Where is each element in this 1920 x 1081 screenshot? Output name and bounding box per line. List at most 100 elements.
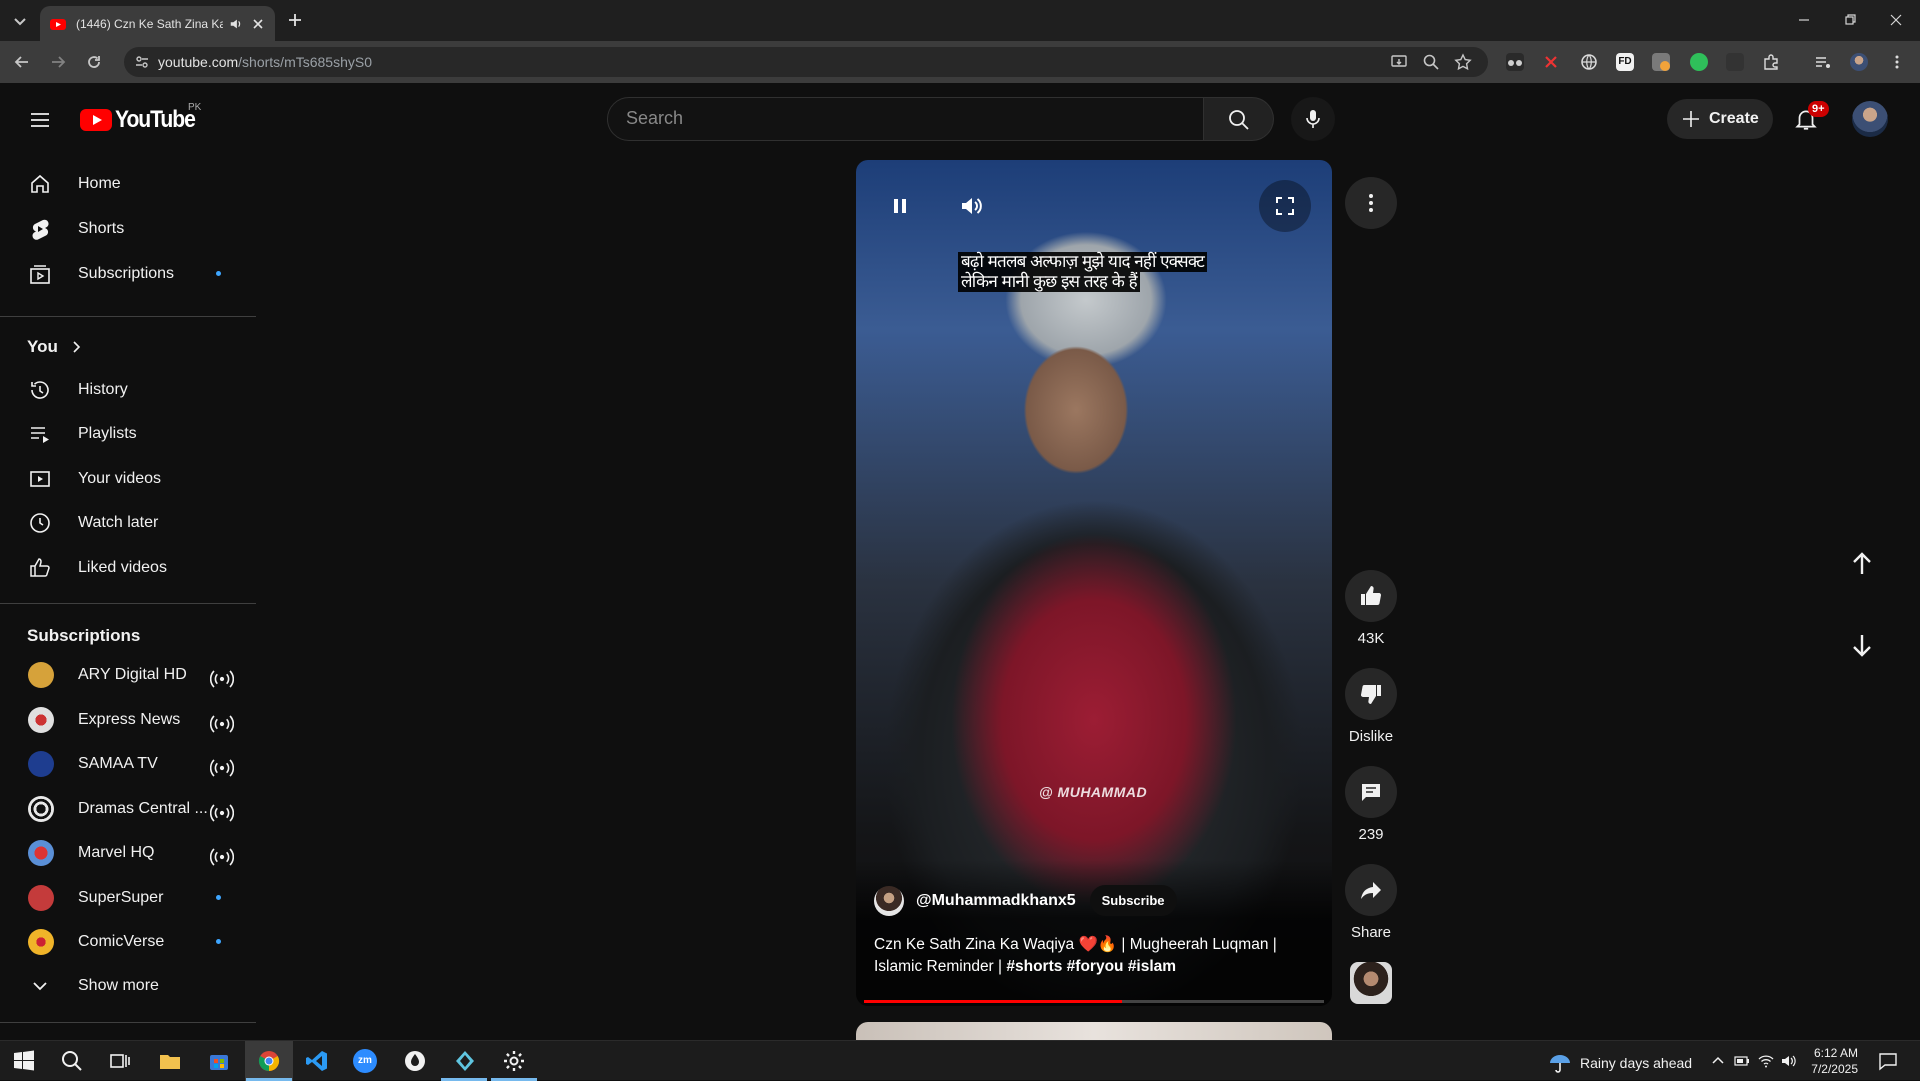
arrow-up-icon[interactable] (1847, 549, 1877, 579)
hamburger-menu-icon[interactable] (28, 108, 52, 132)
sidebar-channel-supersuper[interactable]: SuperSuper (12, 878, 242, 918)
sidebar-channel-express-news[interactable]: Express News (12, 700, 242, 740)
task-view-icon[interactable] (108, 1049, 132, 1073)
chrome-icon[interactable] (257, 1049, 281, 1073)
notification-center-icon[interactable] (1878, 1051, 1898, 1071)
sidebar-item-liked-videos[interactable]: Liked videos (12, 548, 242, 588)
app-drop-icon[interactable] (403, 1049, 427, 1073)
extension-globe-icon[interactable] (1580, 53, 1598, 71)
channel-avatar (28, 796, 54, 822)
file-explorer-icon[interactable] (158, 1049, 182, 1073)
bookmark-star-icon[interactable] (1454, 53, 1472, 71)
video-hashtags[interactable]: #shorts #foryou #islam (1006, 958, 1176, 975)
weather-text: Rainy days ahead (1580, 1055, 1693, 1071)
sidebar-item-home[interactable]: Home (12, 164, 242, 204)
share-action: Share (1345, 864, 1397, 941)
tab-audio-icon[interactable] (229, 17, 243, 31)
new-tab-icon[interactable] (286, 11, 304, 29)
voice-search-button[interactable] (1291, 97, 1335, 141)
more-vertical-icon (1369, 194, 1373, 212)
sidebar-channel-ary-digital[interactable]: ARY Digital HD (12, 655, 242, 695)
install-app-icon[interactable] (1390, 53, 1408, 71)
video-progress-bar[interactable] (864, 1000, 1324, 1003)
minimize-icon[interactable] (1792, 8, 1816, 32)
channel-name[interactable]: @Muhammadkhanx5 (916, 892, 1076, 910)
pause-icon[interactable] (886, 192, 914, 220)
video-overlay-gradient (856, 860, 1332, 1006)
channel-avatar (28, 662, 54, 688)
clock-date: 7/2/2025 (1811, 1062, 1858, 1076)
media-controls-icon[interactable] (1814, 53, 1832, 71)
sidebar-channel-marvel-hq[interactable]: Marvel HQ (12, 833, 242, 873)
share-button[interactable] (1345, 864, 1397, 916)
sound-channel-thumbnail[interactable] (1350, 962, 1392, 1004)
system-clock[interactable]: 6:12 AM 7/2/2025 (1792, 1045, 1858, 1077)
sidebar-item-your-videos[interactable]: Your videos (12, 459, 242, 499)
weather-widget[interactable]: Rainy days ahead (1548, 1051, 1692, 1075)
channel-avatar (28, 707, 54, 733)
account-avatar[interactable] (1852, 101, 1888, 137)
settings-gear-icon[interactable] (502, 1049, 526, 1073)
create-button[interactable]: Create (1667, 99, 1773, 139)
comments-button[interactable] (1345, 766, 1397, 818)
sidebar-channel-comicverse[interactable]: ComicVerse (12, 922, 242, 962)
wifi-icon[interactable] (1758, 1053, 1774, 1069)
video-title[interactable]: Czn Ke Sath Zina Ka Waqiya ❤️🔥 | Mugheer… (874, 934, 1294, 978)
zoom-app-icon[interactable]: zm (353, 1049, 377, 1073)
reload-icon[interactable] (84, 52, 104, 72)
search-input[interactable] (626, 108, 1166, 129)
like-button[interactable] (1345, 570, 1397, 622)
forward-icon[interactable] (48, 52, 68, 72)
sidebar-channel-dramas-central[interactable]: Dramas Central ... (12, 789, 242, 829)
site-info-icon[interactable] (134, 54, 150, 70)
address-bar[interactable]: youtube.com/shorts/mTs685shyS0 (124, 47, 1488, 77)
sidebar-item-shorts[interactable]: Shorts (12, 209, 242, 249)
extensions-puzzle-icon[interactable] (1762, 53, 1780, 71)
search-button[interactable] (1204, 97, 1274, 141)
sidebar-show-more[interactable]: Show more (12, 966, 242, 1006)
dislike-button[interactable] (1345, 668, 1397, 720)
app-diamond-icon[interactable] (453, 1049, 477, 1073)
fullscreen-button[interactable] (1259, 180, 1311, 232)
profile-avatar-icon[interactable] (1850, 53, 1868, 71)
sidebar-item-history[interactable]: History (12, 370, 242, 410)
extension-glasses-icon[interactable] (1506, 53, 1524, 71)
back-icon[interactable] (12, 52, 32, 72)
microsoft-store-icon[interactable] (207, 1049, 231, 1073)
tab-close-icon[interactable] (251, 17, 265, 31)
restore-icon[interactable] (1838, 8, 1862, 32)
sidebar-item-subscriptions[interactable]: Subscriptions (12, 254, 242, 294)
extension-x-icon[interactable] (1542, 53, 1560, 71)
sidebar-item-watch-later[interactable]: Watch later (12, 503, 242, 543)
windows-start-icon[interactable] (12, 1049, 36, 1073)
sidebar-channel-samaa-tv[interactable]: SAMAA TV (12, 744, 242, 784)
browser-tab-active[interactable]: (1446) Czn Ke Sath Zina Ka Waqiya (40, 6, 275, 41)
vscode-icon[interactable] (305, 1049, 329, 1073)
close-window-icon[interactable] (1884, 8, 1908, 32)
sidebar-divider (0, 603, 256, 604)
sidebar-item-playlists[interactable]: Playlists (12, 414, 242, 454)
channel-avatar[interactable] (874, 885, 904, 916)
next-short-preview[interactable] (856, 1022, 1332, 1042)
short-video-player[interactable]: बढ़ो मतलब अल्फाज़ मुझे याद नहीं एक्सक्ट … (856, 160, 1332, 1006)
battery-icon[interactable] (1734, 1053, 1750, 1069)
arrow-down-icon[interactable] (1847, 630, 1877, 660)
tray-chevron-up-icon[interactable] (1710, 1053, 1726, 1069)
youtube-logo[interactable]: YouTube PK (80, 102, 206, 134)
volume-icon[interactable] (957, 192, 985, 220)
youtube-wordmark: YouTube (115, 106, 196, 133)
playlists-icon (31, 427, 49, 443)
extension-dark-icon[interactable] (1726, 53, 1744, 71)
extension-badge-icon[interactable] (1652, 53, 1670, 71)
taskbar-search-icon[interactable] (60, 1049, 84, 1073)
browser-menu-icon[interactable] (1888, 53, 1906, 71)
tab-search-chevron-icon[interactable] (10, 11, 30, 31)
more-options-button[interactable] (1345, 177, 1397, 229)
new-content-dot (216, 895, 221, 900)
sidebar-you-heading[interactable]: You (27, 337, 84, 357)
url-text[interactable]: youtube.com/shorts/mTs685shyS0 (158, 54, 372, 70)
subscribe-button[interactable]: Subscribe (1089, 885, 1177, 916)
extension-fd-icon[interactable]: FD (1616, 53, 1634, 71)
zoom-icon[interactable] (1422, 53, 1440, 71)
extension-green-icon[interactable] (1690, 53, 1708, 71)
